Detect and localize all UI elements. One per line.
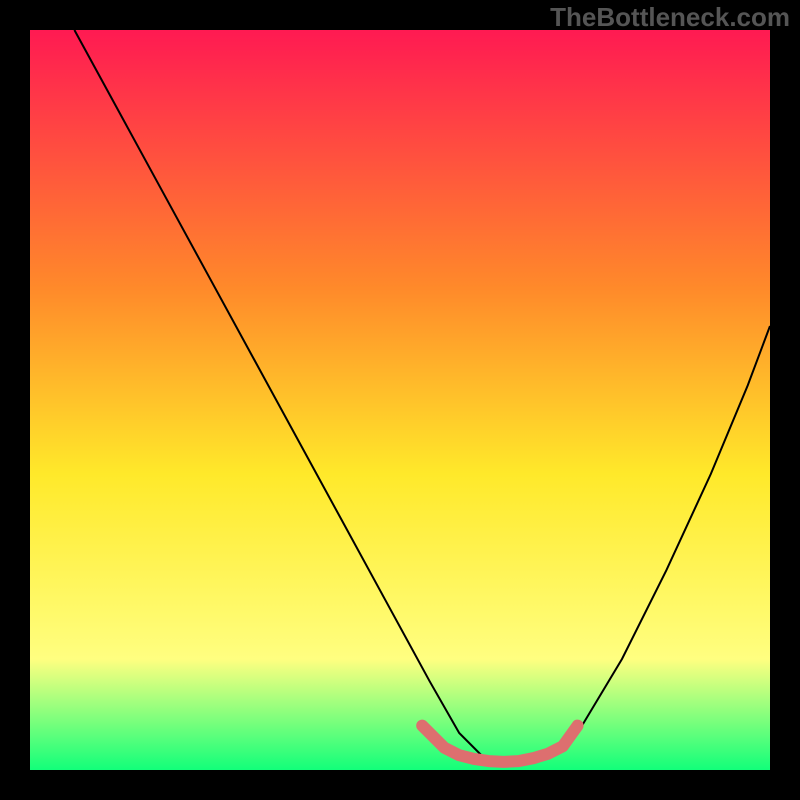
attribution-watermark: TheBottleneck.com bbox=[550, 2, 790, 33]
chart-frame: TheBottleneck.com bbox=[0, 0, 800, 800]
plot-background bbox=[30, 30, 770, 770]
bottleneck-chart bbox=[0, 0, 800, 800]
